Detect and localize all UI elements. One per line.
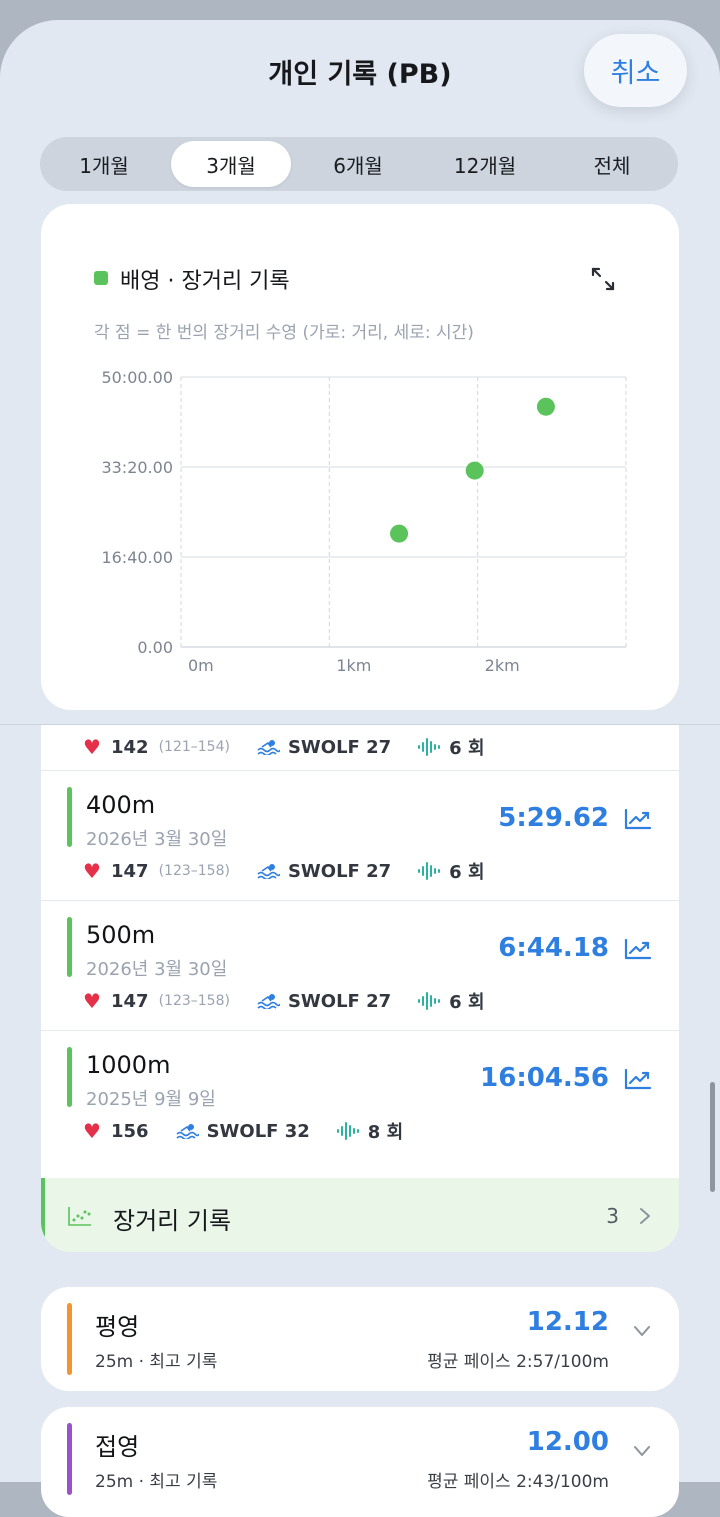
- stroke-subtitle: 25m · 최고 기록: [95, 1472, 218, 1492]
- swolf-value: SWOLF 27: [287, 990, 392, 1012]
- record-date: 2025년 9월 9일: [86, 1089, 216, 1110]
- record-distance: 400m: [86, 791, 156, 819]
- chart-grid: [180, 376, 627, 648]
- trend-chart-icon[interactable]: [624, 808, 652, 830]
- y-tick-label: 33:20.00: [101, 458, 173, 477]
- record-stats: ♥ 147 (123–158) SWOLF 27 6 회: [83, 857, 485, 885]
- record-row-500m[interactable]: 500m 2026년 3월 30일 6:44.18 ♥ 147 (123–158…: [41, 901, 679, 1031]
- record-stats: ♥ 142 (121–154) SWOLF 27 6 회: [83, 733, 485, 761]
- heart-rate-range: (121–154): [158, 739, 230, 755]
- waveform-icon: [418, 738, 441, 756]
- swolf-value: SWOLF 27: [287, 736, 392, 758]
- stroke-average-pace: 평균 페이스 2:57/100m: [427, 1352, 609, 1372]
- record-stats: ♥ 147 (123–158) SWOLF 27 6 회: [83, 987, 485, 1015]
- long-distance-records-row[interactable]: 장거리 기록 3: [41, 1178, 679, 1252]
- record-row-partial[interactable]: ♥ 142 (121–154) SWOLF 27 6 회: [41, 725, 679, 771]
- waveform-icon: [418, 992, 441, 1010]
- record-distance: 500m: [86, 921, 156, 949]
- record-stats: ♥ 156 SWOLF 32 8 회: [83, 1117, 403, 1145]
- lap-count: 6 회: [449, 862, 485, 883]
- lap-count: 6 회: [449, 738, 485, 759]
- heart-icon: ♥: [83, 859, 101, 883]
- scatter-plot: 0.00 16:40.00 33:20.00 50:00.00 0m 1km 2km: [101, 368, 627, 675]
- heart-rate: 156: [111, 1120, 149, 1142]
- lap-count: 6 회: [449, 992, 485, 1013]
- heart-icon: ♥: [83, 735, 101, 759]
- x-tick-labels: 0m 1km 2km: [188, 656, 520, 675]
- data-point: [465, 461, 484, 480]
- trend-chart-icon[interactable]: [624, 938, 652, 960]
- x-tick-label: 2km: [485, 656, 520, 675]
- scatter-chart-icon: [68, 1207, 91, 1226]
- chevron-down-icon[interactable]: [633, 1445, 651, 1457]
- heart-rate: 147: [111, 860, 149, 882]
- stroke-accent-bar: [67, 1303, 72, 1375]
- heart-rate-range: (123–158): [158, 993, 230, 1009]
- record-accent-bar: [67, 787, 72, 847]
- data-point: [536, 397, 555, 416]
- records-list: ♥ 142 (121–154) SWOLF 27 6 회 400m 2026년 …: [41, 725, 679, 1252]
- y-tick-label: 0.00: [137, 638, 173, 657]
- heart-icon: ♥: [83, 989, 101, 1013]
- waveform-icon: [418, 862, 441, 880]
- trend-chart-icon[interactable]: [624, 1068, 652, 1090]
- stroke-best-value: 12.00: [526, 1427, 609, 1457]
- stroke-average-pace: 평균 페이스 2:43/100m: [427, 1472, 609, 1492]
- swolf-value: SWOLF 27: [287, 860, 392, 882]
- long-distance-label: 장거리 기록: [113, 1207, 232, 1235]
- x-tick-label: 0m: [188, 656, 214, 675]
- record-row-1000m[interactable]: 1000m 2025년 9월 9일 16:04.56 ♥ 156 SWOLF 3…: [41, 1031, 679, 1161]
- record-time: 16:04.56: [480, 1063, 609, 1093]
- swim-icon: [257, 993, 280, 1009]
- stroke-subtitle: 25m · 최고 기록: [95, 1352, 218, 1372]
- chevron-down-icon[interactable]: [633, 1325, 651, 1337]
- record-date: 2026년 3월 30일: [86, 959, 228, 980]
- record-date: 2026년 3월 30일: [86, 829, 228, 850]
- swim-icon: [257, 863, 280, 879]
- heart-icon: ♥: [83, 1119, 101, 1143]
- record-distance: 1000m: [86, 1051, 171, 1079]
- record-time: 5:29.62: [498, 803, 609, 833]
- row-accent-bar: [41, 1178, 45, 1252]
- record-time: 6:44.18: [498, 933, 609, 963]
- chart-points: [390, 397, 555, 543]
- data-point: [390, 524, 409, 543]
- swim-icon: [257, 739, 280, 755]
- heart-rate: 147: [111, 990, 149, 1012]
- record-accent-bar: [67, 1047, 72, 1107]
- swim-icon: [176, 1123, 199, 1139]
- stroke-accent-bar: [67, 1423, 72, 1495]
- heart-rate-range: (123–158): [158, 863, 230, 879]
- stroke-card-butterfly[interactable]: 접영 25m · 최고 기록 12.00 평균 페이스 2:43/100m: [41, 1407, 679, 1517]
- chevron-right-icon: [640, 1208, 650, 1224]
- stroke-name: 평영: [95, 1313, 140, 1341]
- stroke-name: 접영: [95, 1433, 140, 1461]
- lap-count: 8 회: [367, 1122, 404, 1143]
- y-tick-label: 50:00.00: [101, 368, 173, 387]
- y-tick-labels: 0.00 16:40.00 33:20.00 50:00.00: [101, 368, 173, 657]
- x-tick-label: 1km: [336, 656, 371, 675]
- y-tick-label: 16:40.00: [101, 548, 173, 567]
- stroke-best-value: 12.12: [526, 1307, 609, 1337]
- swolf-value: SWOLF 32: [206, 1120, 310, 1142]
- scrollbar[interactable]: [710, 1082, 715, 1192]
- record-accent-bar: [67, 917, 72, 977]
- long-distance-count: 3: [606, 1204, 619, 1228]
- record-row-400m[interactable]: 400m 2026년 3월 30일 5:29.62 ♥ 147 (123–158…: [41, 771, 679, 901]
- heart-rate: 142: [111, 736, 149, 758]
- waveform-icon: [336, 1122, 359, 1140]
- stroke-card-breaststroke[interactable]: 평영 25m · 최고 기록 12.12 평균 페이스 2:57/100m: [41, 1287, 679, 1391]
